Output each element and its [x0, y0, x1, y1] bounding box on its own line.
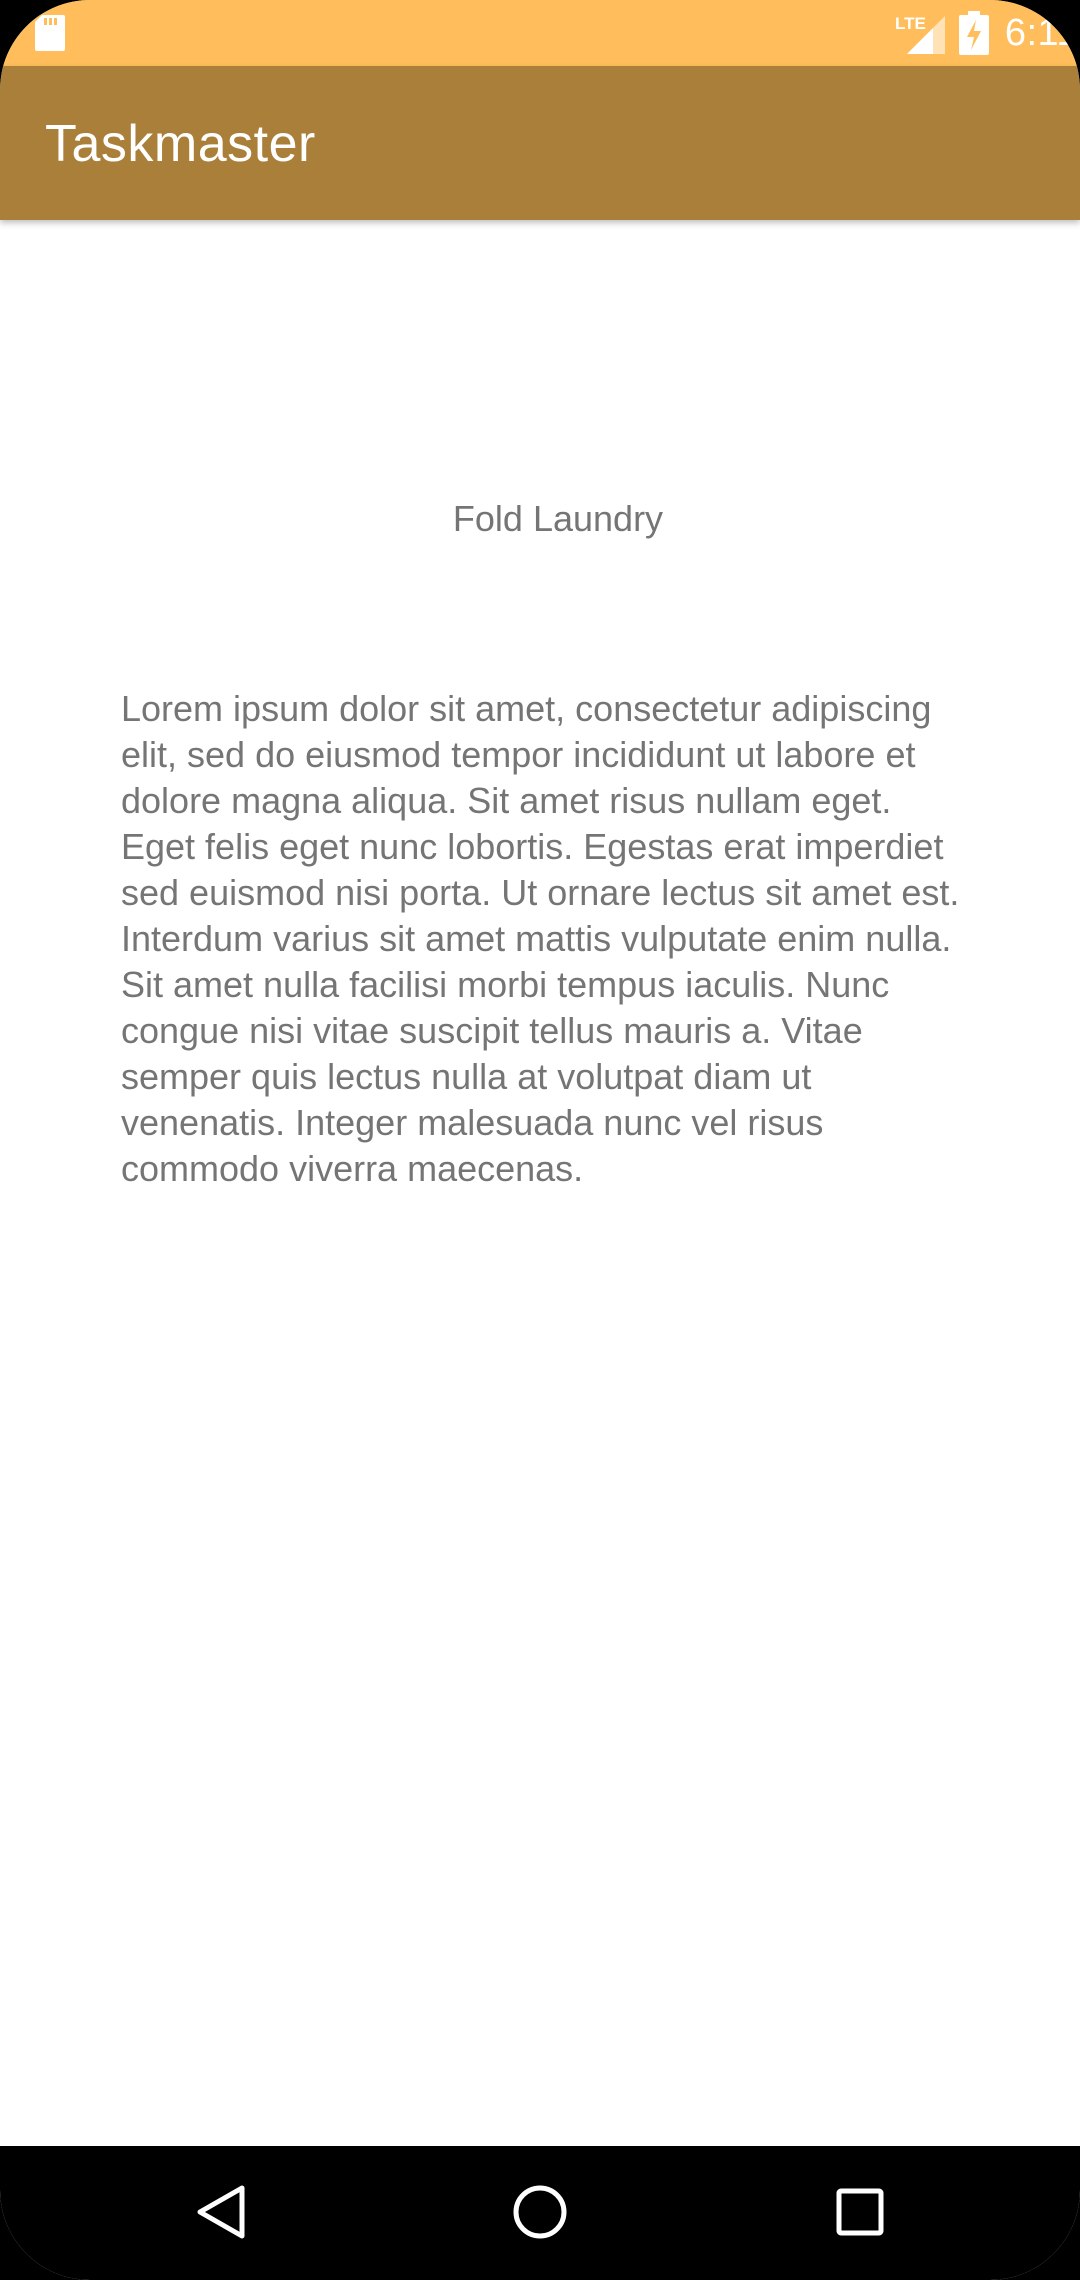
screen: LTE 6:11 Taskmaster Fold Laundry Lorem i… [0, 0, 1080, 2280]
status-bar: LTE 6:11 [0, 0, 1080, 66]
app-title: Taskmaster [45, 115, 316, 173]
network-type-label: LTE [895, 14, 926, 33]
navigation-bar [0, 2146, 1080, 2280]
home-icon [513, 2185, 567, 2239]
back-icon [197, 2185, 245, 2239]
lte-signal-icon: LTE [895, 14, 945, 54]
battery-charging-icon [958, 11, 989, 55]
status-clock: 6:11 [1004, 11, 1078, 54]
app-bar: Taskmaster [0, 66, 1080, 220]
home-button[interactable] [500, 2176, 580, 2248]
back-button[interactable] [181, 2176, 261, 2248]
sd-card-icon [35, 15, 65, 51]
status-icons: LTE 6:11 [895, 0, 1080, 66]
recents-button[interactable] [820, 2176, 900, 2248]
recents-icon [836, 2188, 884, 2236]
task-description: Lorem ipsum dolor sit amet, consectetur … [121, 688, 960, 1189]
task-title: Fold Laundry [452, 498, 664, 539]
